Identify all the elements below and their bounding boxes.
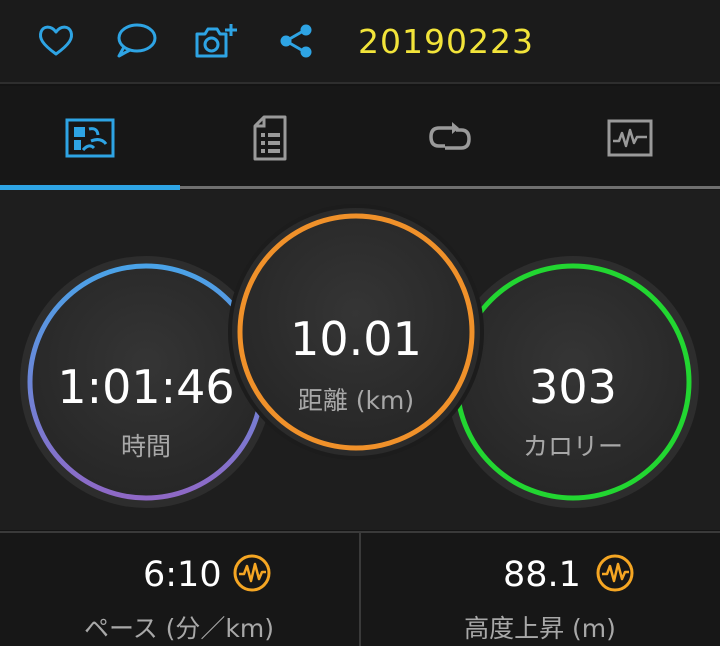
activity-title: 20190223 xyxy=(358,22,534,61)
tab-divider xyxy=(180,186,720,189)
add-photo-button[interactable] xyxy=(193,18,239,64)
activity-header: 20190223 xyxy=(0,0,720,84)
stats-panel: 1:01:46 時間 303 カロリー 10.01 距離 (km) xyxy=(0,190,720,530)
tab-stats[interactable] xyxy=(0,86,180,190)
distance-stat[interactable]: 10.01 距離 (km) xyxy=(240,190,472,530)
add-photo-icon xyxy=(195,24,237,58)
elevation-value: 88.1 xyxy=(503,555,581,595)
share-icon xyxy=(280,24,312,58)
share-button[interactable] xyxy=(273,18,319,64)
pace-label: ペース (分／km) xyxy=(83,614,275,643)
tab-bar xyxy=(0,86,720,190)
distance-value: 10.01 xyxy=(290,312,422,366)
comment-icon xyxy=(117,23,157,58)
heart-icon xyxy=(38,25,74,56)
tab-details[interactable] xyxy=(180,86,360,190)
time-value: 1:01:46 xyxy=(57,360,235,414)
activity-badge-icon xyxy=(233,554,271,592)
distance-label: 距離 (km) xyxy=(297,386,415,415)
tab-charts[interactable] xyxy=(540,86,720,190)
stats-icon xyxy=(65,118,115,158)
like-button[interactable] xyxy=(33,18,79,64)
chart-icon xyxy=(607,119,653,157)
activity-badge-icon xyxy=(596,554,634,592)
elevation-label: 高度上昇 (m) xyxy=(464,614,616,643)
pace-value: 6:10 xyxy=(143,555,222,595)
calories-stat[interactable]: 303 カロリー xyxy=(457,190,689,530)
calories-label: カロリー xyxy=(522,432,623,461)
details-icon xyxy=(253,115,287,161)
time-label: 時間 xyxy=(120,432,171,461)
laps-icon xyxy=(429,122,471,150)
tab-laps[interactable] xyxy=(360,86,540,190)
metrics-row: 6:10 ペース (分／km) 88.1 高度上昇 (m) xyxy=(0,531,720,646)
elevation-metric[interactable]: 88.1 高度上昇 (m) xyxy=(361,533,719,646)
time-stat[interactable]: 1:01:46 時間 xyxy=(30,190,262,530)
comment-button[interactable] xyxy=(113,18,159,64)
calories-value: 303 xyxy=(529,360,617,414)
pace-metric[interactable]: 6:10 ペース (分／km) xyxy=(0,533,358,646)
